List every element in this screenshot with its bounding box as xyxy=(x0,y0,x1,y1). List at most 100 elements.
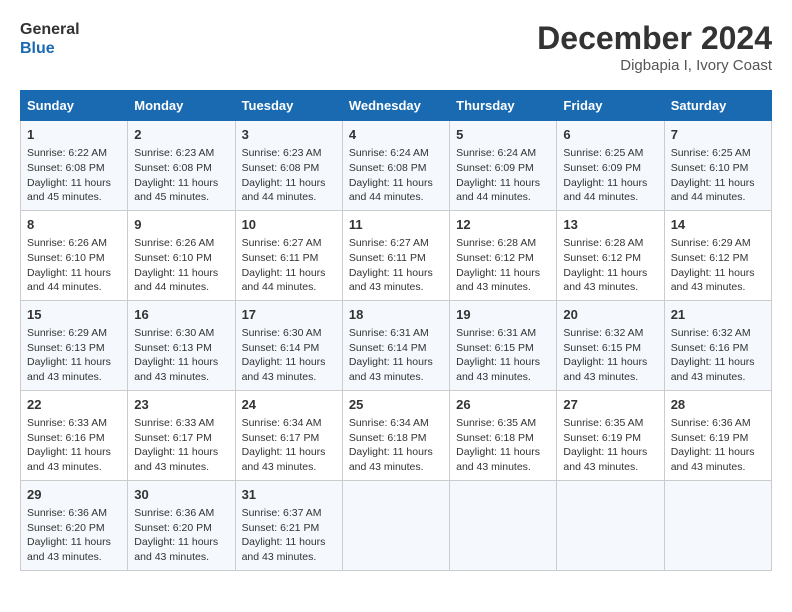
calendar-cell xyxy=(450,480,557,570)
weekday-header-row: SundayMondayTuesdayWednesdayThursdayFrid… xyxy=(21,91,772,121)
calendar-cell: 24 Sunrise: 6:34 AMSunset: 6:17 PMDayligh… xyxy=(235,390,342,480)
calendar-cell: 3 Sunrise: 6:23 AMSunset: 6:08 PMDaylight… xyxy=(235,121,342,211)
calendar-cell: 1 Sunrise: 6:22 AMSunset: 6:08 PMDaylight… xyxy=(21,121,128,211)
day-info: Sunrise: 6:24 AMSunset: 6:08 PMDaylight:… xyxy=(349,146,443,205)
calendar-cell: 30 Sunrise: 6:36 AMSunset: 6:20 PMDayligh… xyxy=(128,480,235,570)
calendar-cell: 23Sunrise: 6:33 AMSunset: 6:17 PMDayligh… xyxy=(128,390,235,480)
day-info: Sunrise: 6:27 AMSunset: 6:11 PMDaylight:… xyxy=(349,236,443,295)
week-row-2: 8 Sunrise: 6:26 AMSunset: 6:10 PMDaylight… xyxy=(21,210,772,300)
day-info: Sunrise: 6:32 AMSunset: 6:16 PMDaylight:… xyxy=(671,326,765,385)
day-info: Sunrise: 6:30 AMSunset: 6:14 PMDaylight:… xyxy=(242,326,336,385)
day-info: Sunrise: 6:23 AMSunset: 6:08 PMDaylight:… xyxy=(134,146,228,205)
calendar-cell xyxy=(664,480,771,570)
day-number: 3 xyxy=(242,126,336,144)
day-number: 10 xyxy=(242,216,336,234)
day-info: Sunrise: 6:30 AMSunset: 6:13 PMDaylight:… xyxy=(134,326,228,385)
day-info: Sunrise: 6:36 AMSunset: 6:19 PMDaylight:… xyxy=(671,416,765,475)
day-info: Sunrise: 6:22 AMSunset: 6:08 PMDaylight:… xyxy=(27,146,121,205)
day-info: Sunrise: 6:31 AMSunset: 6:15 PMDaylight:… xyxy=(456,326,550,385)
day-info: Sunrise: 6:35 AMSunset: 6:19 PMDaylight:… xyxy=(563,416,657,475)
day-number: 8 xyxy=(27,216,121,234)
day-info: Sunrise: 6:26 AMSunset: 6:10 PMDaylight:… xyxy=(27,236,121,295)
week-row-3: 15Sunrise: 6:29 AMSunset: 6:13 PMDayligh… xyxy=(21,300,772,390)
day-info: Sunrise: 6:36 AMSunset: 6:20 PMDaylight:… xyxy=(134,506,228,565)
day-number: 29 xyxy=(27,486,121,504)
day-info: Sunrise: 6:28 AMSunset: 6:12 PMDaylight:… xyxy=(563,236,657,295)
weekday-wednesday: Wednesday xyxy=(342,91,449,121)
calendar-cell: 18 Sunrise: 6:31 AMSunset: 6:14 PMDayligh… xyxy=(342,300,449,390)
day-number: 6 xyxy=(563,126,657,144)
day-info: Sunrise: 6:27 AMSunset: 6:11 PMDaylight:… xyxy=(242,236,336,295)
week-row-5: 29 Sunrise: 6:36 AMSunset: 6:20 PMDayligh… xyxy=(21,480,772,570)
day-info: Sunrise: 6:26 AMSunset: 6:10 PMDaylight:… xyxy=(134,236,228,295)
day-info: Sunrise: 6:23 AMSunset: 6:08 PMDaylight:… xyxy=(242,146,336,205)
calendar-cell: 22 Sunrise: 6:33 AMSunset: 6:16 PMDayligh… xyxy=(21,390,128,480)
calendar-cell: 20Sunrise: 6:32 AMSunset: 6:15 PMDayligh… xyxy=(557,300,664,390)
calendar-cell: 27 Sunrise: 6:35 AMSunset: 6:19 PMDayligh… xyxy=(557,390,664,480)
weekday-thursday: Thursday xyxy=(450,91,557,121)
logo: General General Blue xyxy=(20,20,80,58)
day-number: 22 xyxy=(27,396,121,414)
day-number: 7 xyxy=(671,126,765,144)
day-number: 24 xyxy=(242,396,336,414)
day-number: 12 xyxy=(456,216,550,234)
day-info: Sunrise: 6:25 AMSunset: 6:09 PMDaylight:… xyxy=(563,146,657,205)
calendar-cell: 17 Sunrise: 6:30 AMSunset: 6:14 PMDayligh… xyxy=(235,300,342,390)
day-number: 21 xyxy=(671,306,765,324)
day-number: 17 xyxy=(242,306,336,324)
day-info: Sunrise: 6:29 AMSunset: 6:13 PMDaylight:… xyxy=(27,326,121,385)
day-number: 13 xyxy=(563,216,657,234)
day-number: 5 xyxy=(456,126,550,144)
day-number: 30 xyxy=(134,486,228,504)
calendar-cell: 15Sunrise: 6:29 AMSunset: 6:13 PMDayligh… xyxy=(21,300,128,390)
calendar-cell: 2 Sunrise: 6:23 AMSunset: 6:08 PMDaylight… xyxy=(128,121,235,211)
day-info: Sunrise: 6:31 AMSunset: 6:14 PMDaylight:… xyxy=(349,326,443,385)
week-row-4: 22 Sunrise: 6:33 AMSunset: 6:16 PMDayligh… xyxy=(21,390,772,480)
day-number: 1 xyxy=(27,126,121,144)
weekday-tuesday: Tuesday xyxy=(235,91,342,121)
day-number: 9 xyxy=(134,216,228,234)
day-info: Sunrise: 6:34 AMSunset: 6:17 PMDaylight:… xyxy=(242,416,336,475)
calendar-cell: 5 Sunrise: 6:24 AMSunset: 6:09 PMDaylight… xyxy=(450,121,557,211)
calendar-cell: 10 Sunrise: 6:27 AMSunset: 6:11 PMDayligh… xyxy=(235,210,342,300)
weekday-monday: Monday xyxy=(128,91,235,121)
calendar-cell: 21 Sunrise: 6:32 AMSunset: 6:16 PMDayligh… xyxy=(664,300,771,390)
calendar-cell: 7 Sunrise: 6:25 AMSunset: 6:10 PMDaylight… xyxy=(664,121,771,211)
day-info: Sunrise: 6:37 AMSunset: 6:21 PMDaylight:… xyxy=(242,506,336,565)
calendar-cell: 28 Sunrise: 6:36 AMSunset: 6:19 PMDayligh… xyxy=(664,390,771,480)
day-number: 19 xyxy=(456,306,550,324)
day-number: 2 xyxy=(134,126,228,144)
calendar-cell: 12 Sunrise: 6:28 AMSunset: 6:12 PMDayligh… xyxy=(450,210,557,300)
day-info: Sunrise: 6:24 AMSunset: 6:09 PMDaylight:… xyxy=(456,146,550,205)
page-header: General General Blue December 2024 Digba… xyxy=(20,20,772,74)
calendar-cell: 8 Sunrise: 6:26 AMSunset: 6:10 PMDaylight… xyxy=(21,210,128,300)
day-number: 25 xyxy=(349,396,443,414)
calendar-cell xyxy=(342,480,449,570)
logo-general-text: General xyxy=(20,21,80,38)
calendar-cell: 6 Sunrise: 6:25 AMSunset: 6:09 PMDaylight… xyxy=(557,121,664,211)
logo-blue-text: Blue xyxy=(20,40,55,57)
calendar-cell: 13 Sunrise: 6:28 AMSunset: 6:12 PMDayligh… xyxy=(557,210,664,300)
calendar-cell: 11 Sunrise: 6:27 AMSunset: 6:11 PMDayligh… xyxy=(342,210,449,300)
calendar-body: 1 Sunrise: 6:22 AMSunset: 6:08 PMDaylight… xyxy=(21,121,772,571)
day-number: 28 xyxy=(671,396,765,414)
day-number: 23 xyxy=(134,396,228,414)
calendar-table: SundayMondayTuesdayWednesdayThursdayFrid… xyxy=(20,90,772,571)
day-info: Sunrise: 6:33 AMSunset: 6:16 PMDaylight:… xyxy=(27,416,121,475)
day-info: Sunrise: 6:25 AMSunset: 6:10 PMDaylight:… xyxy=(671,146,765,205)
calendar-cell: 29Sunrise: 6:36 AMSunset: 6:20 PMDayligh… xyxy=(21,480,128,570)
day-info: Sunrise: 6:28 AMSunset: 6:12 PMDaylight:… xyxy=(456,236,550,295)
month-year-title: December 2024 xyxy=(537,20,772,57)
day-number: 16 xyxy=(134,306,228,324)
day-number: 14 xyxy=(671,216,765,234)
calendar-cell: 9 Sunrise: 6:26 AMSunset: 6:10 PMDaylight… xyxy=(128,210,235,300)
weekday-friday: Friday xyxy=(557,91,664,121)
calendar-cell: 25Sunrise: 6:34 AMSunset: 6:18 PMDayligh… xyxy=(342,390,449,480)
day-number: 11 xyxy=(349,216,443,234)
day-number: 18 xyxy=(349,306,443,324)
weekday-saturday: Saturday xyxy=(664,91,771,121)
day-number: 27 xyxy=(563,396,657,414)
day-number: 20 xyxy=(563,306,657,324)
day-number: 31 xyxy=(242,486,336,504)
calendar-cell: 19 Sunrise: 6:31 AMSunset: 6:15 PMDayligh… xyxy=(450,300,557,390)
